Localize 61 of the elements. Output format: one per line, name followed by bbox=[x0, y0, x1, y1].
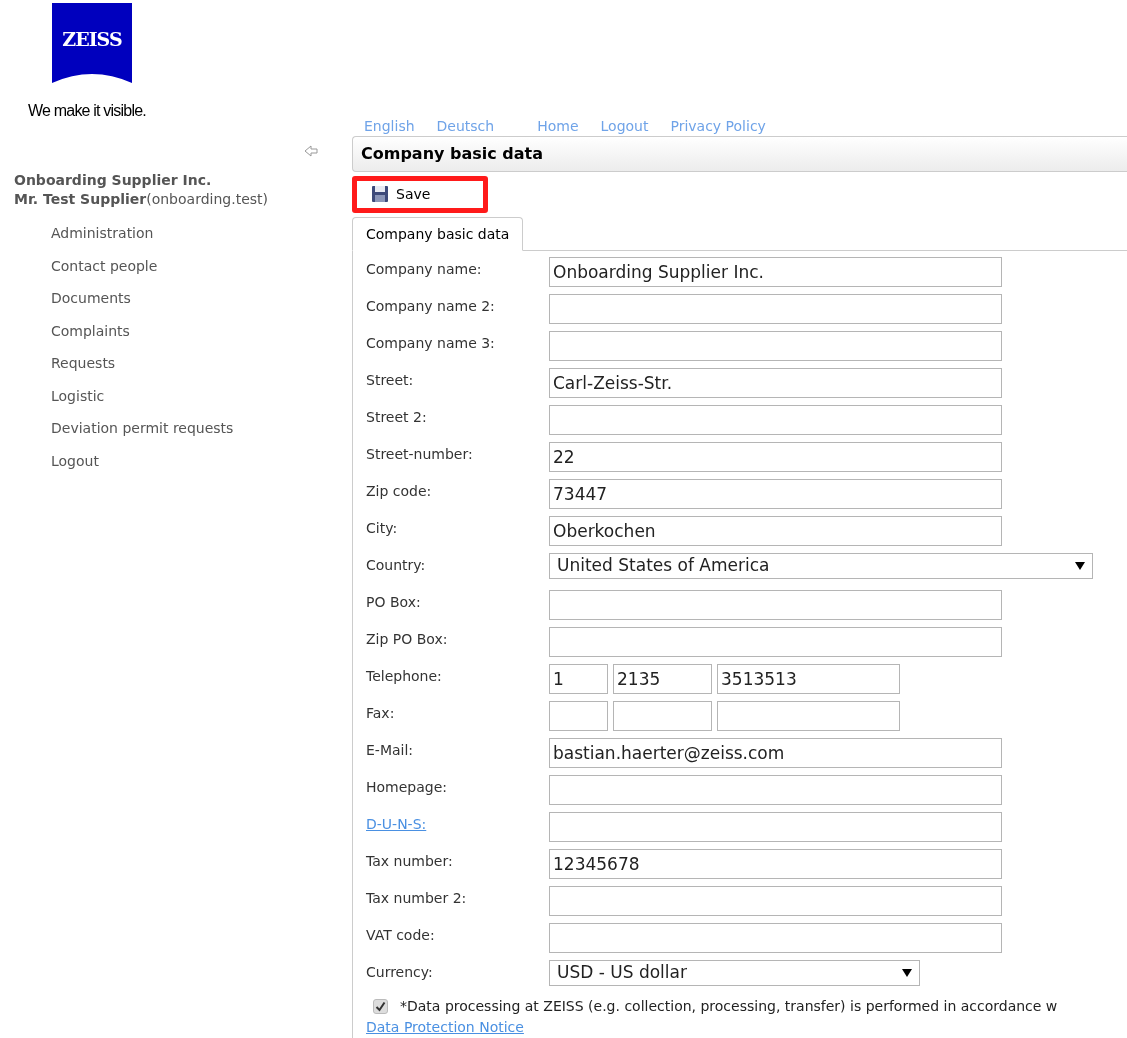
sidebar-item[interactable]: Administration bbox=[51, 223, 154, 256]
text-field[interactable]: Carl-Zeiss-Str. bbox=[549, 368, 1002, 398]
field-label: City: bbox=[366, 520, 398, 536]
text-field[interactable] bbox=[549, 923, 1002, 953]
text-field[interactable] bbox=[549, 294, 1002, 324]
phone-field[interactable]: 2135 bbox=[613, 664, 712, 694]
field-label: Country: bbox=[366, 557, 426, 573]
field-label: VAT code: bbox=[366, 927, 435, 943]
text-field[interactable] bbox=[549, 590, 1002, 620]
sidebar-item[interactable]: Complaints bbox=[51, 320, 130, 353]
consent-checkbox[interactable] bbox=[373, 999, 388, 1014]
page-header: Company basic data bbox=[352, 136, 1127, 172]
field-label: Tax number: bbox=[366, 853, 453, 869]
field-label: Company name 3: bbox=[366, 335, 495, 351]
text-field[interactable] bbox=[549, 627, 1002, 657]
text-field[interactable]: Oberkochen bbox=[549, 516, 1002, 546]
text-field[interactable] bbox=[549, 405, 1002, 435]
field-label: Street-number: bbox=[366, 446, 473, 462]
field-label: Zip PO Box: bbox=[366, 631, 448, 647]
phone-field[interactable]: 1 bbox=[549, 664, 608, 694]
sidebar-item[interactable]: Deviation permit requests bbox=[51, 418, 234, 451]
field-label: Tax number 2: bbox=[366, 890, 467, 906]
left-arrow-icon[interactable] bbox=[304, 145, 318, 157]
sidebar-item[interactable]: Contact people bbox=[51, 255, 158, 288]
text-field[interactable]: 22 bbox=[549, 442, 1002, 472]
field-label: Fax: bbox=[366, 705, 395, 721]
user-login: (onboarding.test) bbox=[146, 190, 268, 209]
text-field[interactable] bbox=[549, 775, 1002, 805]
text-field[interactable] bbox=[549, 812, 1002, 842]
consent-text: *Data processing at ZEISS (e.g. collection, processing, transfer) is performed in accordance w bbox=[400, 997, 1058, 1016]
field-label: Street: bbox=[366, 372, 414, 388]
sidebar-item[interactable]: Logout bbox=[51, 450, 99, 483]
logo: ZEISS bbox=[52, 3, 132, 83]
dropdown-field[interactable]: USD - US dollar bbox=[549, 960, 920, 986]
sidebar-item[interactable]: Logistic bbox=[51, 385, 105, 418]
field-label: Currency: bbox=[366, 964, 433, 980]
field-label: Company name 2: bbox=[366, 298, 495, 314]
field-label: Zip code: bbox=[366, 483, 432, 499]
phone-field[interactable]: 3513513 bbox=[717, 664, 900, 694]
user-name: Mr. Test Supplier bbox=[14, 190, 147, 209]
dropdown-field[interactable]: United States of America bbox=[549, 553, 1093, 579]
field-label: Homepage: bbox=[366, 779, 448, 795]
sidebar-item[interactable]: Requests bbox=[51, 353, 116, 386]
text-field[interactable]: bastian.haerter@zeiss.com bbox=[549, 738, 1002, 768]
company-name: Onboarding Supplier Inc. bbox=[14, 171, 212, 190]
field-label: E-Mail: bbox=[366, 742, 414, 758]
field-label: Street 2: bbox=[366, 409, 427, 425]
text-field[interactable] bbox=[549, 331, 1002, 361]
field-label: Company name: bbox=[366, 261, 482, 277]
text-field[interactable]: 73447 bbox=[549, 479, 1002, 509]
text-field[interactable] bbox=[549, 886, 1002, 916]
phone-field[interactable] bbox=[549, 701, 608, 731]
sidebar-item[interactable]: Documents bbox=[51, 288, 131, 321]
text-field[interactable]: 12345678 bbox=[549, 849, 1002, 879]
tab[interactable]: Company basic data bbox=[352, 217, 524, 251]
logo-tagline: We make it visible. bbox=[27, 101, 146, 121]
phone-field[interactable] bbox=[717, 701, 900, 731]
field-label: PO Box: bbox=[366, 594, 421, 610]
text-field[interactable]: Onboarding Supplier Inc. bbox=[549, 257, 1002, 287]
phone-field[interactable] bbox=[613, 701, 712, 731]
field-label: Telephone: bbox=[366, 668, 442, 684]
